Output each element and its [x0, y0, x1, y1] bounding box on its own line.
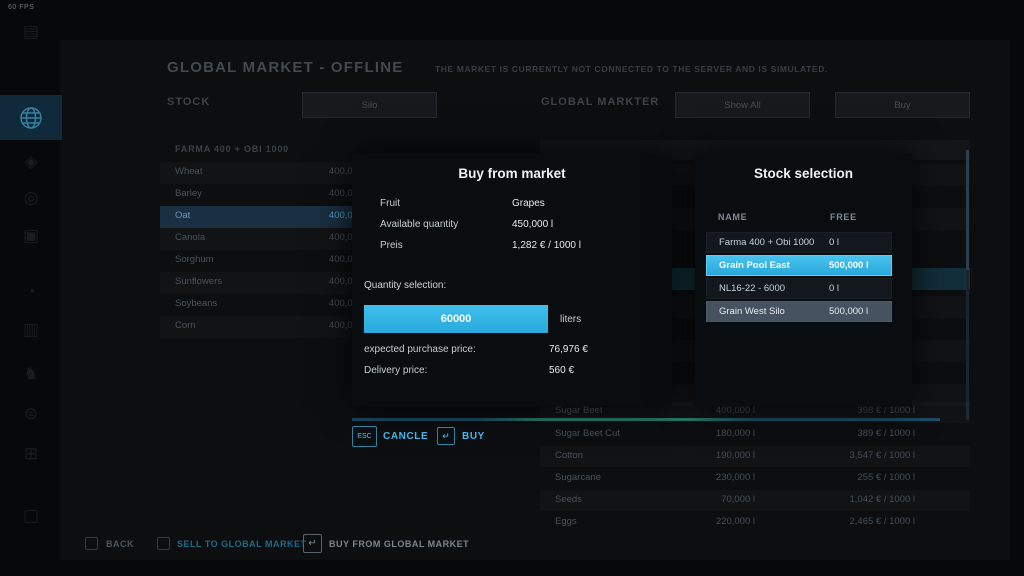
hand-icon[interactable]: ◔	[0, 282, 62, 302]
silo-name: Farma 400 + Obi 1000	[719, 237, 829, 248]
stock-dialog-title: Stock selection	[695, 166, 912, 181]
offline-notice: THE MARKET IS CURRENTLY NOT CONNECTED TO…	[435, 64, 828, 74]
show-all-button[interactable]: Show All	[675, 92, 810, 118]
silo-free: 500,000 l	[829, 306, 891, 317]
enter-key-badge-buy: ↵	[437, 427, 455, 445]
price-label: Preis	[380, 240, 403, 251]
table-scroll-divider	[352, 418, 940, 421]
stock-table-header: FARMA 400 + OBI 1000	[175, 144, 289, 154]
fruit-label: Fruit	[380, 198, 400, 209]
market-scrollbar-thumb[interactable]	[966, 150, 969, 270]
silo-option-row[interactable]: Farma 400 + Obi 1000 0 l	[706, 232, 892, 253]
market-row-price: 2,465 € / 1000 l	[775, 516, 915, 527]
market-row-qty: 190,000 l	[615, 450, 755, 461]
stock-selection-dialog: Stock selection NAME FREE Farma 400 + Ob…	[695, 154, 912, 406]
stock-row-qty: 400,000 l	[240, 298, 368, 309]
stock-row-selected[interactable]: Oat	[175, 210, 190, 221]
market-row-qty: 70,000 l	[615, 494, 755, 505]
stock-row[interactable]: Wheat	[175, 166, 202, 177]
expected-price-label: expected purchase price:	[364, 344, 476, 355]
available-quantity-label: Available quantity	[380, 219, 458, 230]
price-value: 1,282 € / 1000 l	[512, 240, 581, 251]
stock-row-qty: 400,000 l	[240, 210, 368, 221]
finances-icon[interactable]: ⊜	[0, 404, 62, 424]
steering-wheel-icon[interactable]: ◎	[0, 188, 62, 208]
silo-name: Grain West Silo	[719, 306, 829, 317]
market-row[interactable]: Cotton	[555, 450, 583, 461]
market-row-price: 389 € / 1000 l	[775, 428, 915, 439]
storage-icon[interactable]: ▢	[0, 506, 62, 526]
market-row-price: 3,547 € / 1000 l	[775, 450, 915, 461]
enter-key-badge: ↵	[303, 534, 322, 553]
available-quantity-value: 450,000 l	[512, 219, 553, 230]
stock-row-qty: 400,000 l	[240, 320, 368, 331]
quantity-input[interactable]: 60000	[364, 305, 548, 333]
buy-filter-button[interactable]: Buy	[835, 92, 970, 118]
market-row-qty: 230,000 l	[615, 472, 755, 483]
delivery-price-value: 560 €	[549, 365, 574, 376]
stock-row[interactable]: Canola	[175, 232, 205, 243]
back-key-badge	[85, 537, 98, 550]
stock-row[interactable]: Soybeans	[175, 298, 217, 309]
silo-option-row[interactable]: Grain West Silo 500,000 l	[706, 301, 892, 322]
global-market-screen: 60 FPS ▤ ◈ ◎ ▣ ◔ ▥ ♞ ⊜ ⊞ ▢ GLOBAL MARKET…	[0, 0, 1024, 576]
market-row[interactable]: Sugar Beet	[555, 405, 603, 416]
market-row[interactable]: Eggs	[555, 516, 577, 527]
stock-row-qty: 400,000 l	[240, 232, 368, 243]
delivery-price-label: Delivery price:	[364, 365, 427, 376]
market-row-price: 255 € / 1000 l	[775, 472, 915, 483]
market-row[interactable]: Sugar Beet Cut	[555, 428, 620, 439]
silo-name: NL16-22 - 6000	[719, 283, 829, 294]
fruit-value: Grapes	[512, 198, 545, 209]
market-row-price: 398 € / 1000 l	[775, 405, 915, 416]
market-row[interactable]: Sugarcane	[555, 472, 601, 483]
market-section-label: GLOBAL MARKTER	[541, 96, 659, 108]
market-row[interactable]: Seeds	[555, 494, 582, 505]
page-title: GLOBAL MARKET - OFFLINE	[167, 59, 403, 76]
market-row-price: 1,042 € / 1000 l	[775, 494, 915, 505]
silo-free: 0 l	[829, 283, 891, 294]
buy-dialog-title: Buy from market	[352, 166, 672, 181]
stock-row-qty: 400,000 l	[240, 254, 368, 265]
esc-key-badge: ESC	[352, 426, 377, 447]
silo-free: 0 l	[829, 237, 891, 248]
stock-row[interactable]: Barley	[175, 188, 202, 199]
screen-icon[interactable]: ▣	[0, 226, 62, 246]
menu-icon[interactable]: ▤	[0, 22, 62, 42]
buy-button[interactable]: BUY	[462, 431, 485, 442]
global-market-icon	[18, 105, 44, 131]
silo-filter-button[interactable]: Silo	[302, 92, 437, 118]
stock-row-qty: 400,000 l	[240, 276, 368, 287]
vehicles-icon[interactable]: ⊞	[0, 444, 62, 464]
silo-free: 500,000 l	[829, 260, 891, 271]
sidebar-item-global-market[interactable]	[0, 95, 62, 140]
market-row-qty: 400,000 l	[615, 405, 755, 416]
stock-row-qty: 400,000 l	[240, 188, 368, 199]
stock-row[interactable]: Sunflowers	[175, 276, 222, 287]
statistics-icon[interactable]: ▥	[0, 320, 62, 340]
market-row-qty: 220,000 l	[615, 516, 755, 527]
buy-from-market-dialog: Buy from market Fruit Grapes Available q…	[352, 154, 672, 406]
stock-row[interactable]: Corn	[175, 320, 196, 331]
name-column-header: NAME	[718, 212, 747, 222]
expected-price-value: 76,976 €	[549, 344, 588, 355]
silo-option-row-selected[interactable]: Grain Pool East 500,000 l	[706, 255, 892, 276]
sell-key-badge	[157, 537, 170, 550]
silo-option-row[interactable]: NL16-22 - 6000 0 l	[706, 278, 892, 299]
unit-label: liters	[560, 314, 581, 325]
free-column-header: FREE	[830, 212, 857, 222]
stock-row-qty: 400,000 l	[240, 166, 368, 177]
cancel-button[interactable]: CANCLE	[383, 431, 428, 442]
fps-counter: 60 FPS	[8, 4, 34, 11]
animals-icon[interactable]: ♞	[0, 364, 62, 384]
buy-from-global-market-button[interactable]: BUY FROM GLOBAL MARKET	[329, 539, 469, 549]
back-button[interactable]: BACK	[106, 539, 134, 549]
quantity-selection-label: Quantity selection:	[364, 280, 446, 291]
stock-section-label: STOCK	[167, 96, 210, 108]
shield-icon[interactable]: ◈	[0, 152, 62, 172]
sell-to-global-market-button[interactable]: SELL TO GLOBAL MARKET	[177, 539, 307, 549]
silo-name: Grain Pool East	[719, 260, 829, 271]
stock-row[interactable]: Sorghum	[175, 254, 214, 265]
market-row-qty: 180,000 l	[615, 428, 755, 439]
